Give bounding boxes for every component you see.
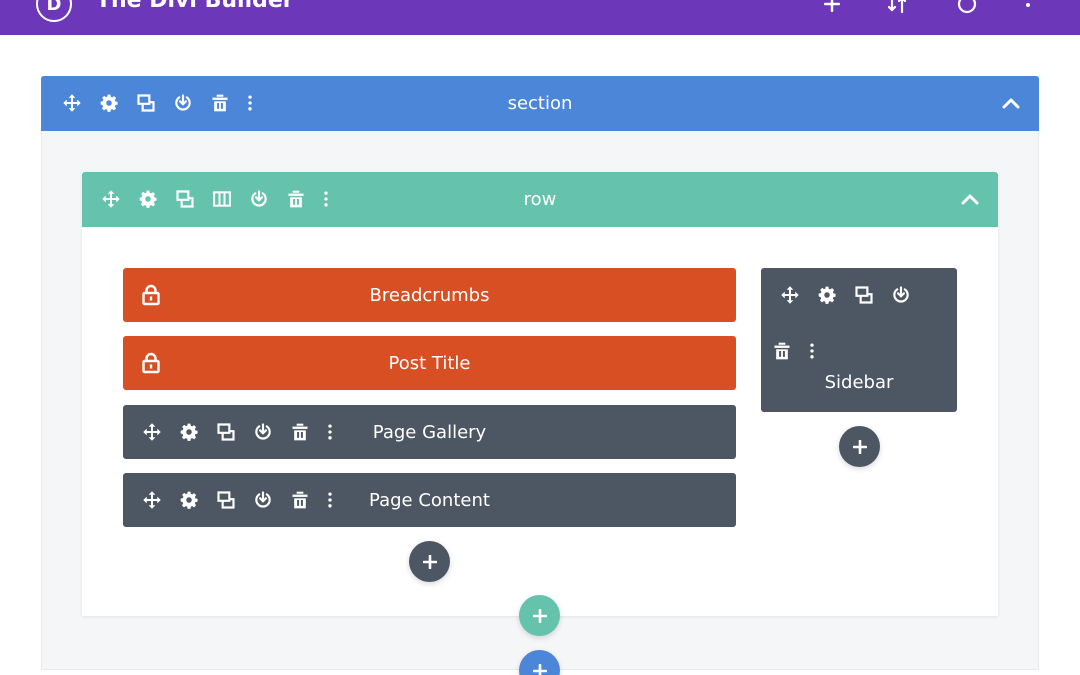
duplicate-icon[interactable] xyxy=(174,188,196,210)
module-post-title[interactable]: Post Title xyxy=(123,336,736,390)
add-module-button[interactable] xyxy=(839,426,880,467)
module-sidebar[interactable]: Sidebar xyxy=(761,268,957,412)
sort-icon[interactable] xyxy=(888,0,908,14)
save-icon[interactable] xyxy=(248,188,270,210)
add-row-button[interactable] xyxy=(519,595,560,636)
plus-icon xyxy=(533,609,547,623)
settings-icon[interactable] xyxy=(98,92,120,114)
more-icon[interactable] xyxy=(808,340,816,362)
module-label: Page Content xyxy=(369,489,490,511)
collapse-chevron-icon[interactable] xyxy=(999,92,1023,116)
more-icon[interactable] xyxy=(322,188,330,210)
more-icon[interactable] xyxy=(246,92,254,114)
settings-icon[interactable] xyxy=(137,188,159,210)
delete-icon[interactable] xyxy=(285,188,307,210)
plus-icon xyxy=(423,555,437,569)
module-toolbar xyxy=(779,284,927,306)
save-icon[interactable] xyxy=(172,92,194,114)
module-label: Breadcrumbs xyxy=(369,284,490,306)
module-page-gallery[interactable]: Page Gallery xyxy=(123,405,736,459)
collapse-chevron-icon[interactable] xyxy=(958,188,982,212)
app-title: The Divi Builder xyxy=(96,0,294,13)
row-header[interactable]: row xyxy=(82,172,998,227)
add-icon[interactable] xyxy=(822,0,842,14)
duplicate-icon[interactable] xyxy=(853,284,875,306)
row-toolbar xyxy=(100,188,330,210)
delete-icon[interactable] xyxy=(771,340,793,362)
add-module-button[interactable] xyxy=(409,541,450,582)
move-icon[interactable] xyxy=(61,92,83,114)
section-header[interactable]: section xyxy=(41,76,1039,131)
plus-icon xyxy=(533,664,547,675)
history-icon[interactable] xyxy=(957,0,977,14)
module-toolbar-second-line xyxy=(771,340,816,362)
top-bar: D The Divi Builder xyxy=(0,0,1080,35)
delete-icon[interactable] xyxy=(209,92,231,114)
section-toolbar xyxy=(61,92,254,114)
module-label: Sidebar xyxy=(824,372,894,393)
move-icon[interactable] xyxy=(779,284,801,306)
module-label: Post Title xyxy=(388,352,471,374)
module-breadcrumbs[interactable]: Breadcrumbs xyxy=(123,268,736,322)
move-icon[interactable] xyxy=(100,188,122,210)
duplicate-icon[interactable] xyxy=(135,92,157,114)
module-page-content[interactable]: Page Content xyxy=(123,473,736,527)
columns-icon[interactable] xyxy=(211,188,233,210)
divi-logo: D xyxy=(36,0,72,22)
module-label: Page Gallery xyxy=(372,421,487,443)
plus-icon xyxy=(853,440,867,454)
settings-icon[interactable] xyxy=(816,284,838,306)
more-menu-icon[interactable] xyxy=(1018,0,1038,14)
save-icon[interactable] xyxy=(890,284,912,306)
